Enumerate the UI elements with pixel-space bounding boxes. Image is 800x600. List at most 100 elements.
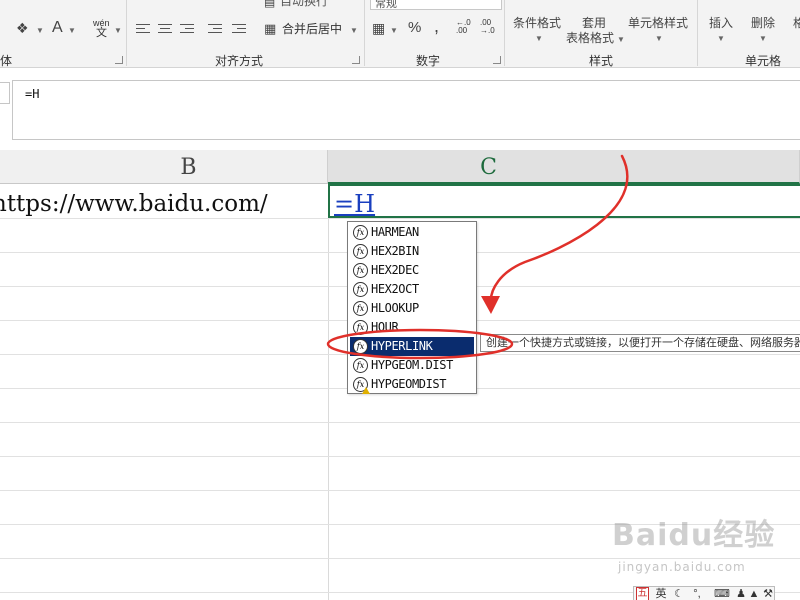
wrap-text-button[interactable]: 自动换行 — [280, 0, 328, 8]
watermark-logo: Baidu经验 — [612, 518, 776, 553]
align-right-icon[interactable] — [180, 24, 194, 36]
ime-user-icon[interactable]: ♟ — [734, 587, 748, 600]
autocomplete-item-label: HYPGEOMDIST — [371, 377, 447, 391]
cell-c1-active[interactable]: =H — [328, 184, 800, 218]
formula-autocomplete-list[interactable]: fx HARMEAN fx HEX2BIN fx HEX2DEC fx HEX2… — [347, 221, 477, 394]
cell-styles-dropdown-icon[interactable]: ▼ — [655, 34, 663, 43]
watermark: Baidu经验 jingyan.baidu.com — [612, 510, 792, 580]
comma-style-button[interactable]: , — [434, 17, 439, 35]
styles-group-label: 样式 — [589, 54, 614, 68]
ime-toolbar[interactable]: 五 英 ☾ °, ⌨ ♟ ▲ ⚒ — [633, 586, 775, 600]
autocomplete-item-hyperlink[interactable]: fx HYPERLINK — [350, 337, 474, 356]
merge-dropdown-icon[interactable]: ▼ — [350, 26, 358, 35]
number-format-value: 常规 — [375, 0, 397, 10]
delete-button[interactable]: 删除 — [751, 16, 775, 30]
autocomplete-item-label: HOUR — [371, 320, 399, 334]
fill-color-dropdown-icon[interactable]: ▼ — [36, 26, 44, 35]
autocomplete-item-label: HEX2OCT — [371, 282, 419, 296]
alignment-dialog-launcher-icon[interactable] — [352, 56, 360, 64]
ime-wrench-icon[interactable]: ⚒ — [762, 587, 774, 600]
ime-mode-toggle[interactable]: 英 — [654, 587, 668, 600]
merge-center-button[interactable]: 合并后居中 — [282, 22, 342, 36]
ime-shirt-icon[interactable]: ▲ — [748, 587, 760, 600]
autocomplete-item-label: HLOOKUP — [371, 301, 419, 315]
conditional-format-button[interactable]: 条件格式 — [513, 16, 561, 30]
watermark-url: jingyan.baidu.com — [618, 560, 746, 574]
column-header-b[interactable]: B — [0, 150, 328, 184]
alignment-group-label: 对齐方式 — [215, 54, 264, 68]
function-icon: fx — [353, 339, 368, 354]
increase-decimal-icon[interactable]: ←.0.00 — [456, 19, 471, 35]
autocomplete-item-hex2dec[interactable]: fx HEX2DEC — [350, 261, 474, 280]
function-icon: fx — [353, 358, 368, 373]
accounting-format-icon[interactable]: ▦ — [372, 20, 385, 36]
autocomplete-item-harmean[interactable]: fx HARMEAN — [350, 223, 474, 242]
autocomplete-item-hex2oct[interactable]: fx HEX2OCT — [350, 280, 474, 299]
formula-bar-area: =H — [0, 68, 800, 150]
row-divider — [0, 490, 800, 491]
font-color-button[interactable]: A — [52, 20, 63, 36]
row-divider — [0, 218, 800, 219]
column-header-row: B C — [0, 150, 800, 184]
autocomplete-item-hour[interactable]: fx HOUR — [350, 318, 474, 337]
group-separator — [364, 0, 365, 66]
format-button[interactable]: 格式 — [793, 16, 800, 30]
autocomplete-item-hex2bin[interactable]: fx HEX2BIN — [350, 242, 474, 261]
autocomplete-item-hlookup[interactable]: fx HLOOKUP — [350, 299, 474, 318]
ime-keyboard-icon[interactable]: ⌨ — [714, 587, 730, 600]
warning-icon — [362, 387, 370, 394]
decrease-decimal-icon[interactable]: .00 →.0 — [480, 19, 495, 35]
cell-c1-formula: =H — [334, 190, 376, 218]
format-as-table-label: 表格格式 — [566, 31, 615, 45]
group-separator — [697, 0, 698, 66]
ribbon: ❖ ▼ A ▼ wén 文 ▼ 体 自动换行 ▤ ▦ 合并后居中 ▼ 对齐方式 … — [0, 0, 800, 68]
align-left-icon[interactable] — [136, 24, 150, 36]
autocomplete-item-label: HYPERLINK — [371, 339, 433, 353]
wrap-text-icon[interactable]: ▤ — [264, 0, 275, 10]
cell-b1[interactable]: https://www.baidu.com/ — [0, 184, 328, 218]
autocomplete-item-hypgeomdist[interactable]: fx HYPGEOMDIST — [350, 375, 474, 394]
ime-punctuation-icon[interactable]: °, — [690, 587, 704, 600]
column-header-c[interactable]: C — [328, 150, 800, 184]
number-dialog-launcher-icon[interactable] — [493, 56, 501, 64]
row-divider — [0, 456, 800, 457]
conditional-format-dropdown-icon[interactable]: ▼ — [535, 34, 543, 43]
percent-style-button[interactable]: % — [408, 20, 421, 36]
font-group-label: 体 — [0, 54, 13, 68]
function-warning-icon: fx — [353, 377, 370, 394]
cells-group-label: 单元格 — [745, 54, 782, 68]
phonetic-dropdown-icon[interactable]: ▼ — [114, 26, 122, 35]
function-icon: fx — [353, 301, 368, 316]
formula-input[interactable]: =H — [12, 80, 800, 140]
ime-logo-icon[interactable]: 五 — [636, 587, 649, 600]
delete-dropdown-icon[interactable]: ▼ — [759, 34, 767, 43]
format-as-table-button[interactable]: 套用 — [582, 16, 606, 30]
phonetic-guide-sub: 文 — [96, 27, 107, 39]
autocomplete-item-hypgeom-dist[interactable]: fx HYPGEOM.DIST — [350, 356, 474, 375]
function-icon: fx — [353, 282, 368, 297]
number-group-label: 数字 — [416, 54, 441, 68]
name-box[interactable] — [0, 82, 10, 104]
insert-dropdown-icon[interactable]: ▼ — [717, 34, 725, 43]
decrease-indent-icon[interactable] — [208, 24, 222, 36]
accounting-dropdown-icon[interactable]: ▼ — [390, 26, 398, 35]
align-center-icon[interactable] — [158, 24, 172, 36]
font-color-dropdown-icon[interactable]: ▼ — [68, 26, 76, 35]
font-dialog-launcher-icon[interactable] — [115, 56, 123, 64]
autocomplete-item-label: HYPGEOM.DIST — [371, 358, 453, 372]
format-as-table-dropdown-icon[interactable]: ▼ — [617, 35, 625, 44]
fill-color-icon[interactable]: ❖ — [16, 20, 29, 36]
cell-styles-button[interactable]: 单元格样式 — [628, 16, 688, 30]
autocomplete-item-label: HEX2DEC — [371, 263, 419, 277]
ime-moon-icon[interactable]: ☾ — [672, 587, 686, 600]
autocomplete-item-label: HEX2BIN — [371, 244, 419, 258]
insert-button[interactable]: 插入 — [709, 16, 733, 30]
autocomplete-item-label: HARMEAN — [371, 225, 419, 239]
function-description-tooltip: 创建一个快捷方式或链接，以便打开一个存储在硬盘、网络服务器或Internet上的… — [480, 334, 800, 352]
group-separator — [126, 0, 127, 66]
number-format-select[interactable]: 常规 — [370, 0, 502, 10]
group-separator — [504, 0, 505, 66]
merge-center-icon[interactable]: ▦ — [264, 21, 276, 37]
column-divider — [328, 184, 329, 600]
increase-indent-icon[interactable] — [232, 24, 246, 36]
